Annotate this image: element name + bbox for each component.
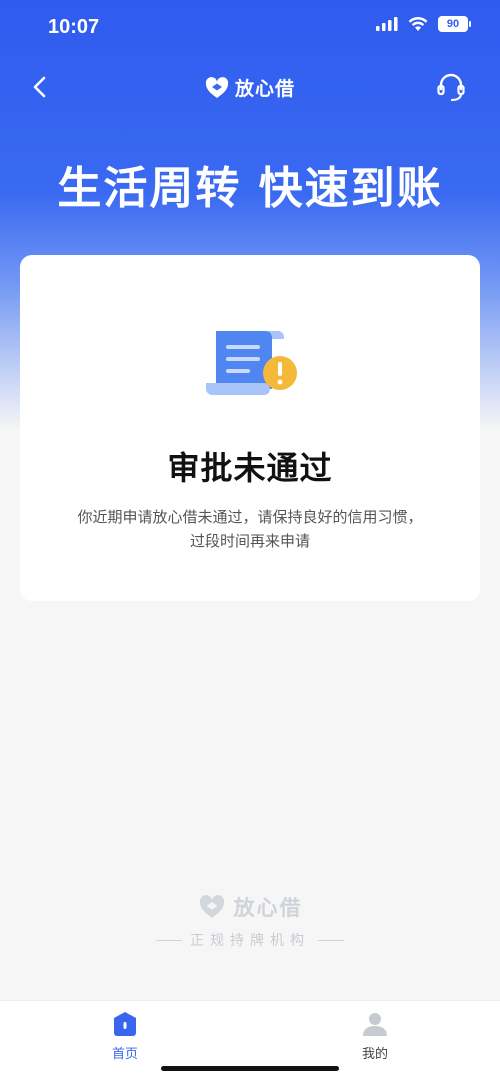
divider: [156, 939, 182, 941]
brand-logo: 放心借: [0, 74, 500, 101]
result-description-line: 你近期申请放心借未通过，请保持良好的信用习惯，: [77, 508, 423, 526]
result-description: 你近期申请放心借未通过，请保持良好的信用习惯， 过段时间再来申请: [50, 505, 450, 553]
result-title: 审批未通过: [167, 449, 333, 487]
home-indicator: [161, 1066, 339, 1071]
status-bar: 10:07 90: [0, 0, 500, 56]
footer-brand-name: 放心借: [233, 896, 303, 920]
top-nav: 放心借: [0, 64, 500, 110]
tab-home[interactable]: 首页: [85, 1011, 165, 1062]
headset-icon[interactable]: [434, 70, 468, 104]
brand-name: 放心借: [234, 78, 295, 100]
footer-brand: 放心借: [0, 892, 500, 922]
divider: [318, 939, 344, 941]
tab-mine-label: 我的: [361, 1047, 388, 1062]
hero-slogan: 生活周转 快速到账: [57, 163, 443, 214]
wifi-icon: [408, 16, 428, 31]
heart-logo-icon: [205, 76, 229, 98]
tab-mine[interactable]: 我的: [335, 1011, 415, 1062]
footer-tagline-row: 正规持牌机构: [0, 930, 500, 950]
cellular-signal-icon: [376, 17, 398, 31]
user-icon: [363, 1013, 387, 1036]
result-card: 审批未通过 你近期申请放心借未通过，请保持良好的信用习惯， 过段时间再来申请: [20, 255, 480, 601]
tab-home-label: 首页: [111, 1047, 138, 1062]
home-icon: [114, 1012, 136, 1036]
result-description-line: 过段时间再来申请: [189, 532, 310, 550]
footer-tagline: 正规持牌机构: [190, 933, 310, 949]
status-time: 10:07: [48, 16, 100, 38]
status-icons: 90: [376, 16, 471, 32]
document-warning-icon: [206, 331, 297, 395]
battery-indicator: 90: [438, 16, 471, 32]
heart-logo-icon: [199, 895, 224, 918]
